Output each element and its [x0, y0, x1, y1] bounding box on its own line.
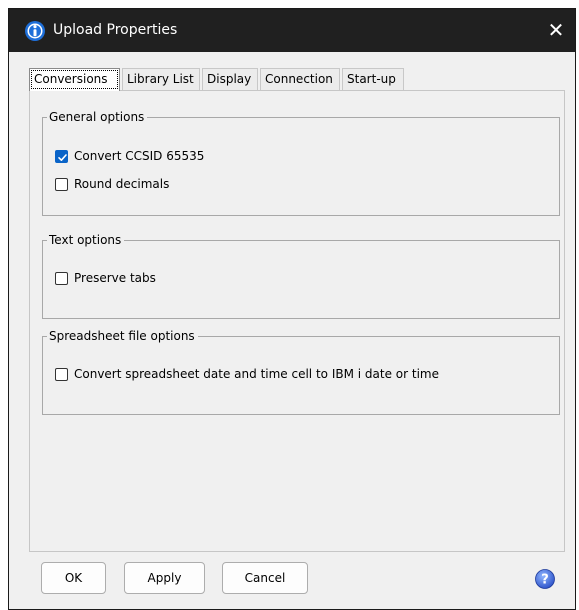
convert-date-time-label: Convert spreadsheet date and time cell t…	[74, 367, 439, 381]
convert-ccsid-option[interactable]: Convert CCSID 65535	[55, 147, 204, 165]
round-decimals-label: Round decimals	[74, 177, 170, 191]
round-decimals-option[interactable]: Round decimals	[55, 175, 169, 193]
title-bar[interactable]: Upload Properties ✕	[9, 9, 575, 52]
app-info-icon	[25, 21, 45, 41]
tab-conversions[interactable]: Conversions	[29, 68, 120, 91]
tab-library-list[interactable]: Library List	[122, 68, 200, 90]
ok-button[interactable]: OK	[41, 562, 106, 594]
text-options-legend: Text options	[47, 232, 125, 248]
tab-connection[interactable]: Connection	[260, 68, 340, 90]
close-icon: ✕	[547, 18, 565, 42]
conversions-panel: General options Convert CCSID 65535 Roun…	[29, 90, 565, 552]
text-options-group: Text options Preserve tabs	[42, 232, 560, 319]
spreadsheet-options-group: Spreadsheet file options Convert spreads…	[42, 328, 560, 415]
preserve-tabs-option[interactable]: Preserve tabs	[55, 269, 156, 287]
svg-text:?: ?	[541, 573, 549, 588]
convert-ccsid-label: Convert CCSID 65535	[74, 149, 205, 163]
help-icon[interactable]: ?	[535, 569, 555, 589]
apply-button[interactable]: Apply	[124, 562, 205, 594]
round-decimals-checkbox[interactable]	[55, 177, 68, 191]
preserve-tabs-label: Preserve tabs	[74, 271, 156, 285]
cancel-button[interactable]: Cancel	[222, 562, 308, 594]
convert-date-time-checkbox[interactable]	[55, 367, 68, 381]
preserve-tabs-checkbox[interactable]	[55, 271, 68, 285]
tab-start-up[interactable]: Start-up	[342, 68, 404, 90]
general-options-legend: General options	[47, 109, 148, 125]
convert-ccsid-checkbox[interactable]	[55, 149, 68, 163]
window-title: Upload Properties	[53, 22, 178, 38]
tab-display[interactable]: Display	[202, 68, 258, 90]
upload-properties-dialog: Upload Properties ✕ Conversions Library …	[8, 8, 576, 610]
spreadsheet-options-legend: Spreadsheet file options	[47, 328, 198, 344]
general-options-group: General options Convert CCSID 65535 Roun…	[42, 109, 560, 216]
close-button[interactable]: ✕	[543, 17, 569, 43]
convert-date-time-option[interactable]: Convert spreadsheet date and time cell t…	[55, 365, 439, 383]
checkmark-icon	[58, 153, 67, 161]
